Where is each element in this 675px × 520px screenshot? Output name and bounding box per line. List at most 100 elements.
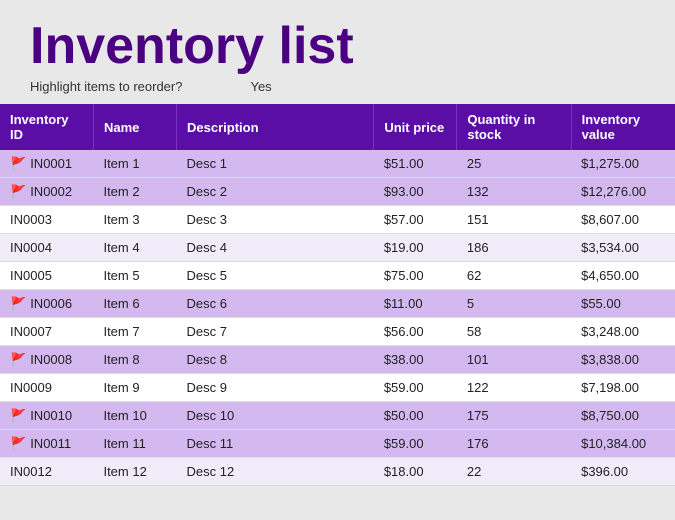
cell-id: IN0003 — [0, 206, 93, 234]
inventory-id: IN0011 — [30, 436, 71, 451]
header-row: Inventory ID Name Description Unit price… — [0, 104, 675, 150]
cell-name: Item 2 — [93, 178, 176, 206]
table-body: 🚩IN0001Item 1Desc 1$51.0025$1,275.00🚩IN0… — [0, 150, 675, 486]
cell-qty: 62 — [457, 262, 571, 290]
table-row: IN0009Item 9Desc 9$59.00122$7,198.00 — [0, 374, 675, 402]
cell-price: $19.00 — [374, 234, 457, 262]
table-row: 🚩IN0001Item 1Desc 1$51.0025$1,275.00 — [0, 150, 675, 178]
cell-id: IN0004 — [0, 234, 93, 262]
cell-desc: Desc 11 — [177, 430, 374, 458]
cell-price: $56.00 — [374, 318, 457, 346]
col-header-qty: Quantity in stock — [457, 104, 571, 150]
cell-price: $59.00 — [374, 374, 457, 402]
cell-name: Item 1 — [93, 150, 176, 178]
flag-icon: 🚩 — [10, 353, 26, 366]
cell-id: 🚩IN0002 — [0, 178, 93, 206]
col-header-price: Unit price — [374, 104, 457, 150]
inventory-id: IN0001 — [30, 156, 72, 171]
flag-icon: 🚩 — [10, 157, 26, 170]
cell-qty: 58 — [457, 318, 571, 346]
cell-desc: Desc 4 — [177, 234, 374, 262]
highlight-value: Yes — [250, 79, 271, 94]
cell-value: $12,276.00 — [571, 178, 675, 206]
cell-id: 🚩 IN0011 — [0, 430, 93, 458]
flag-icon: 🚩 — [10, 409, 26, 422]
cell-name: Item 11 — [93, 430, 176, 458]
cell-name: Item 5 — [93, 262, 176, 290]
table-row: 🚩IN0010Item 10Desc 10$50.00175$8,750.00 — [0, 402, 675, 430]
cell-qty: 176 — [457, 430, 571, 458]
cell-name: Item 3 — [93, 206, 176, 234]
cell-value: $55.00 — [571, 290, 675, 318]
table-header: Inventory ID Name Description Unit price… — [0, 104, 675, 150]
cell-qty: 132 — [457, 178, 571, 206]
highlight-label: Highlight items to reorder? — [30, 79, 182, 94]
cell-price: $38.00 — [374, 346, 457, 374]
cell-price: $11.00 — [374, 290, 457, 318]
cell-desc: Desc 12 — [177, 458, 374, 486]
cell-value: $396.00 — [571, 458, 675, 486]
col-header-value: Inventory value — [571, 104, 675, 150]
cell-desc: Desc 3 — [177, 206, 374, 234]
cell-value: $3,248.00 — [571, 318, 675, 346]
cell-desc: Desc 6 — [177, 290, 374, 318]
cell-price: $75.00 — [374, 262, 457, 290]
page: Inventory list Highlight items to reorde… — [0, 0, 675, 520]
cell-value: $3,838.00 — [571, 346, 675, 374]
cell-value: $8,607.00 — [571, 206, 675, 234]
cell-price: $18.00 — [374, 458, 457, 486]
cell-desc: Desc 8 — [177, 346, 374, 374]
cell-qty: 122 — [457, 374, 571, 402]
col-header-name: Name — [93, 104, 176, 150]
table-row: 🚩 IN0006 Item 6Desc 6$11.005$55.00 — [0, 290, 675, 318]
cell-desc: Desc 10 — [177, 402, 374, 430]
header: Inventory list Highlight items to reorde… — [0, 0, 675, 104]
page-title: Inventory list — [30, 18, 645, 75]
cell-value: $10,384.00 — [571, 430, 675, 458]
cell-name: Item 10 — [93, 402, 176, 430]
cell-id: IN0005 — [0, 262, 93, 290]
table-row: IN0007Item 7Desc 7$56.0058$3,248.00 — [0, 318, 675, 346]
cell-id: 🚩IN0008 — [0, 346, 93, 374]
cell-id: IN0012 — [0, 458, 93, 486]
cell-name: Item 7 — [93, 318, 176, 346]
table-container: Inventory ID Name Description Unit price… — [0, 104, 675, 520]
cell-id: IN0007 — [0, 318, 93, 346]
table-row: IN0012Item 12Desc 12$18.0022$396.00 — [0, 458, 675, 486]
flag-icon: 🚩 — [10, 437, 26, 450]
cell-desc: Desc 7 — [177, 318, 374, 346]
cell-name: Item 12 — [93, 458, 176, 486]
inventory-table: Inventory ID Name Description Unit price… — [0, 104, 675, 486]
flag-icon: 🚩 — [10, 297, 26, 310]
cell-name: Item 6 — [93, 290, 176, 318]
cell-id: 🚩 IN0006 — [0, 290, 93, 318]
cell-qty: 186 — [457, 234, 571, 262]
cell-qty: 22 — [457, 458, 571, 486]
cell-id: IN0009 — [0, 374, 93, 402]
cell-id: 🚩 IN0001 — [0, 150, 93, 178]
cell-price: $57.00 — [374, 206, 457, 234]
cell-value: $7,198.00 — [571, 374, 675, 402]
cell-price: $50.00 — [374, 402, 457, 430]
table-row: IN0004Item 4Desc 4$19.00186$3,534.00 — [0, 234, 675, 262]
cell-id: 🚩 IN0010 — [0, 402, 93, 430]
cell-price: $51.00 — [374, 150, 457, 178]
cell-desc: Desc 2 — [177, 178, 374, 206]
inventory-id: IN0002 — [30, 184, 72, 199]
cell-value: $8,750.00 — [571, 402, 675, 430]
table-row: 🚩IN0008Item 8Desc 8$38.00101$3,838.00 — [0, 346, 675, 374]
inventory-id: IN0006 — [30, 296, 72, 311]
cell-value: $3,534.00 — [571, 234, 675, 262]
cell-qty: 151 — [457, 206, 571, 234]
cell-name: Item 4 — [93, 234, 176, 262]
cell-qty: 5 — [457, 290, 571, 318]
cell-value: $1,275.00 — [571, 150, 675, 178]
cell-qty: 25 — [457, 150, 571, 178]
cell-desc: Desc 9 — [177, 374, 374, 402]
col-header-desc: Description — [177, 104, 374, 150]
cell-price: $93.00 — [374, 178, 457, 206]
table-row: IN0003Item 3Desc 3$57.00151$8,607.00 — [0, 206, 675, 234]
inventory-id: IN0010 — [30, 408, 72, 423]
cell-name: Item 8 — [93, 346, 176, 374]
cell-desc: Desc 5 — [177, 262, 374, 290]
